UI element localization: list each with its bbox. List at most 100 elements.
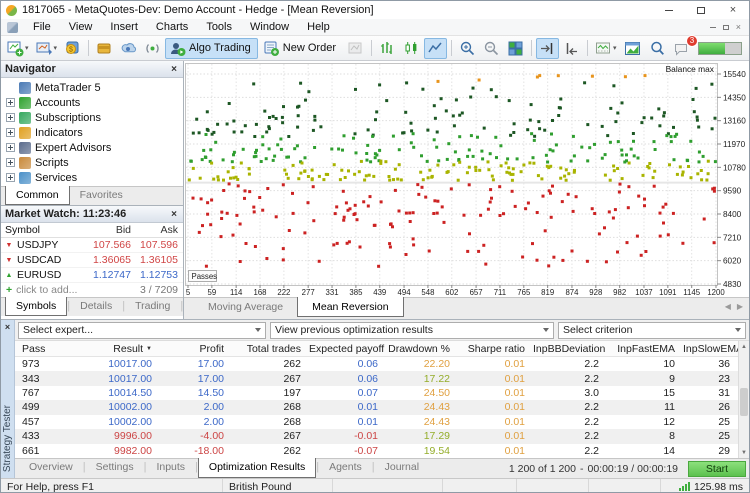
tab-details[interactable]: Details — [70, 298, 122, 316]
mdi-minimize-button[interactable] — [710, 27, 716, 28]
chart-shift-button[interactable] — [536, 38, 559, 59]
candles-button[interactable] — [400, 38, 423, 59]
select-criterion-dropdown[interactable]: Select criterion — [558, 322, 746, 339]
tester-tab-inputs[interactable]: Inputs — [146, 459, 195, 478]
connection-toggle[interactable] — [698, 42, 742, 55]
result-row-pass-433[interactable]: 4339996.00-4.00267-0.0117.290.012.2825 — [15, 429, 738, 443]
tab-favorites[interactable]: Favorites — [70, 187, 133, 205]
tester-tab-optimization-results[interactable]: Optimization Results — [198, 458, 316, 478]
column-header-result[interactable]: Result▼ — [76, 343, 160, 355]
tree-item-accounts[interactable]: Accounts — [1, 95, 183, 110]
tab-trading[interactable]: Trading — [125, 298, 180, 316]
minimize-button[interactable] — [653, 1, 685, 19]
new-order-button[interactable]: New Order — [259, 38, 343, 59]
result-row-pass-499[interactable]: 49910002.002.002680.0124.430.012.21126 — [15, 400, 738, 414]
column-header-profit[interactable]: Profit — [160, 343, 232, 355]
maximize-button[interactable] — [685, 1, 717, 19]
expand-plus-icon[interactable] — [6, 98, 15, 107]
column-header-sharpe-ratio[interactable]: Sharpe ratio — [458, 343, 533, 355]
menu-file[interactable]: File — [24, 20, 60, 34]
market-watch-row-usdjpy[interactable]: ▼USDJPY107.566107.596 — [1, 238, 183, 253]
menu-help[interactable]: Help — [298, 20, 339, 34]
tester-tab-settings[interactable]: Settings — [86, 459, 144, 478]
notifications-button[interactable]: 3 — [670, 38, 693, 59]
vps-button[interactable] — [117, 38, 140, 59]
expand-plus-icon[interactable] — [6, 158, 15, 167]
result-row-pass-457[interactable]: 45710002.002.002680.0124.430.012.21225 — [15, 415, 738, 429]
auto-scroll-button[interactable] — [560, 38, 583, 59]
scrollbar-track[interactable] — [739, 352, 749, 447]
scroll-down-icon[interactable]: ▼ — [739, 447, 749, 458]
column-header-inpfastema[interactable]: InpFastEMA — [607, 343, 683, 355]
signals-button[interactable] — [141, 38, 164, 59]
chart-window-button[interactable] — [621, 38, 644, 59]
tester-tab-overview[interactable]: Overview — [19, 459, 83, 478]
close-button[interactable]: × — [717, 1, 749, 19]
menu-view[interactable]: View — [60, 20, 102, 34]
navigator-close-icon[interactable]: × — [169, 64, 179, 75]
optimization-scatter-chart[interactable]: 1554014350131601197010780959084007210602… — [184, 61, 750, 297]
expand-plus-icon[interactable] — [6, 113, 15, 122]
menu-tools[interactable]: Tools — [197, 20, 241, 34]
view-results-dropdown[interactable]: View previous optimization results — [270, 322, 554, 339]
tree-item-indicators[interactable]: Indicators — [1, 125, 183, 140]
result-row-pass-661[interactable]: 6619982.00-18.00262-0.0719.540.012.21429 — [15, 444, 738, 458]
column-bid[interactable]: Bid — [75, 224, 131, 236]
tile-windows-button[interactable] — [504, 38, 527, 59]
line-chart-button[interactable] — [424, 38, 447, 59]
column-header-drawdown[interactable]: Drawdown % — [386, 343, 458, 355]
menu-window[interactable]: Window — [241, 20, 298, 34]
market-button[interactable]: $ — [61, 38, 84, 59]
expand-plus-icon[interactable] — [6, 143, 15, 152]
algo-trading-button[interactable]: Algo Trading — [165, 38, 258, 59]
tab-scroll-left-icon[interactable]: ◀ — [725, 302, 731, 311]
column-header-total-trades[interactable]: Total trades — [232, 343, 309, 355]
market-watch-close-icon[interactable]: × — [169, 209, 179, 220]
scroll-up-icon[interactable]: ▲ — [739, 341, 749, 352]
tree-item-subscriptions[interactable]: Subscriptions — [1, 110, 183, 125]
market-watch-row-usdcad[interactable]: ▼USDCAD1.360651.36105 — [1, 253, 183, 268]
start-button[interactable]: Start — [688, 461, 746, 477]
chart-tab-mean-reversion[interactable]: Mean Reversion — [297, 297, 403, 317]
profiles-button[interactable]: ▾ — [33, 38, 61, 59]
tab-symbols[interactable]: Symbols — [5, 297, 67, 316]
tester-tab-journal[interactable]: Journal — [375, 459, 429, 478]
market-watch-add-row[interactable]: + click to add... 3 / 7209 — [1, 283, 183, 297]
column-ask[interactable]: Ask — [131, 224, 183, 236]
chart-tab-moving-average[interactable]: Moving Average — [194, 298, 297, 317]
column-header-pass[interactable]: Pass — [15, 343, 76, 355]
tab-common[interactable]: Common — [5, 186, 70, 205]
market-watch-row-eurusd[interactable]: ▲EURUSD1.127471.12753 — [1, 268, 183, 283]
chart-properties-button[interactable] — [344, 38, 367, 59]
column-header-expected-payoff[interactable]: Expected payoff — [309, 343, 386, 355]
menu-charts[interactable]: Charts — [147, 20, 197, 34]
tree-item-scripts[interactable]: Scripts — [1, 155, 183, 170]
mdi-close-button[interactable]: × — [736, 22, 741, 32]
mdi-restore-button[interactable] — [723, 25, 729, 30]
result-row-pass-973[interactable]: 97310017.0017.002620.0622.200.012.21036 — [15, 357, 738, 371]
strategy-tester-close-icon[interactable]: × — [5, 320, 10, 334]
result-row-pass-343[interactable]: 34310017.0017.002670.0617.220.012.2923 — [15, 371, 738, 385]
tree-item-metatrader-5[interactable]: MetaTrader 5 — [1, 80, 183, 95]
tester-tab-agents[interactable]: Agents — [319, 459, 372, 478]
deposit-button[interactable] — [93, 38, 116, 59]
menu-insert[interactable]: Insert — [101, 20, 147, 34]
expand-plus-icon[interactable] — [6, 173, 15, 182]
table-scrollbar[interactable]: ▲ ▼ — [738, 341, 749, 458]
scrollbar-thumb[interactable] — [740, 388, 748, 416]
tree-item-expert-advisors[interactable]: Expert Advisors — [1, 140, 183, 155]
select-expert-dropdown[interactable]: Select expert... — [18, 322, 266, 339]
column-symbol[interactable]: Symbol — [1, 224, 75, 236]
result-row-pass-767[interactable]: 76710014.5014.501970.0724.500.013.01531 — [15, 386, 738, 400]
search-button[interactable] — [646, 38, 669, 59]
column-header-inpslowema[interactable]: InpSlowEMA — [683, 343, 738, 355]
new-chart-button[interactable]: ▾ — [4, 38, 32, 59]
zoom-out-button[interactable] — [480, 38, 503, 59]
zoom-in-button[interactable] — [456, 38, 479, 59]
expand-plus-icon[interactable] — [6, 128, 15, 137]
indicators-button[interactable]: ▾ — [592, 38, 620, 59]
bar-chart-button[interactable] — [376, 38, 399, 59]
tree-item-services[interactable]: Services — [1, 170, 183, 185]
tab-scroll-right-icon[interactable]: ▶ — [737, 302, 743, 311]
column-header-inpbbdeviation[interactable]: InpBBDeviation — [533, 343, 607, 355]
